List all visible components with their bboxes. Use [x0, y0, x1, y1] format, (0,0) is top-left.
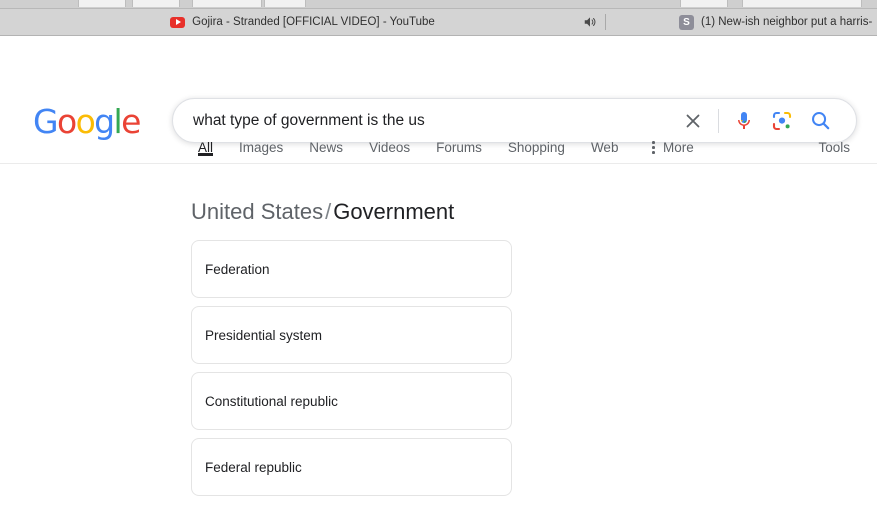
- browser-tab-strip: Gojira - Stranded [OFFICIAL VIDEO] - You…: [0, 9, 877, 35]
- kp-separator: /: [325, 199, 332, 224]
- tools-button[interactable]: Tools: [818, 140, 850, 155]
- kp-card-presidential-system[interactable]: Presidential system: [191, 306, 512, 364]
- tab-label: News: [309, 140, 344, 155]
- slack-icon: S: [679, 14, 694, 30]
- kp-topic-name: Government: [333, 199, 455, 224]
- tab-label: Shopping: [507, 140, 565, 155]
- search-filter-tabs: All Images News Videos Forums Shopping W…: [185, 130, 707, 164]
- browser-chrome: Gojira - Stranded [OFFICIAL VIDEO] - You…: [0, 0, 877, 36]
- kp-card-label: Constitutional republic: [205, 393, 338, 409]
- tab-web[interactable]: Web: [578, 130, 632, 155]
- kp-card-federal-republic[interactable]: Federal republic: [191, 438, 512, 496]
- tab-label: All: [198, 140, 214, 155]
- tab-videos[interactable]: Videos: [356, 130, 423, 155]
- tab-images[interactable]: Images: [226, 130, 296, 155]
- speaker-playing-icon[interactable]: [583, 15, 597, 29]
- kebab-menu-icon: [652, 141, 656, 154]
- tab-all[interactable]: All: [185, 130, 226, 156]
- browser-tab-title: Gojira - Stranded [OFFICIAL VIDEO] - You…: [192, 16, 435, 28]
- kp-card-federation[interactable]: Federation: [191, 240, 512, 298]
- kp-card-label: Federal republic: [205, 459, 302, 475]
- tab-shopping[interactable]: Shopping: [495, 130, 578, 155]
- tab-label: Images: [239, 140, 284, 155]
- browser-tab-youtube[interactable]: Gojira - Stranded [OFFICIAL VIDEO] - You…: [0, 9, 605, 35]
- browser-tab-slack[interactable]: S (1) New-ish neighbor put a harris-: [612, 9, 877, 35]
- microphone-icon: [738, 111, 750, 129]
- toolbar-stub: [132, 0, 180, 7]
- browser-toolbar-strip-cutoff: [0, 0, 877, 9]
- search-controls-divider: [718, 108, 719, 133]
- kp-card-constitutional-republic[interactable]: Constitutional republic: [191, 372, 512, 430]
- kp-entity-name: United States: [191, 199, 324, 224]
- browser-tab-title: (1) New-ish neighbor put a harris-: [701, 16, 873, 28]
- kp-card-label: Federation: [205, 261, 270, 277]
- search-input[interactable]: [193, 111, 674, 130]
- tab-label: Forums: [436, 140, 482, 155]
- search-icon: [811, 112, 829, 130]
- google-lens-icon: [772, 111, 792, 130]
- tab-separator: [605, 14, 606, 30]
- search-results-area: United States/Government Federation Pres…: [0, 164, 877, 523]
- toolbar-stub: [264, 0, 306, 7]
- toolbar-stub: [192, 0, 262, 7]
- search-nav-bar: All Images News Videos Forums Shopping W…: [0, 130, 877, 164]
- more-label: More: [663, 140, 694, 155]
- tab-label: Videos: [369, 140, 411, 155]
- knowledge-panel-heading: United States/Government: [191, 199, 454, 225]
- toolbar-stub: [742, 0, 862, 7]
- youtube-icon: [170, 16, 186, 28]
- kp-card-label: Presidential system: [205, 327, 323, 343]
- toolbar-stub: [680, 0, 728, 7]
- tab-forums[interactable]: Forums: [423, 130, 495, 155]
- toolbar-stub: [78, 0, 126, 7]
- knowledge-panel-card-list: Federation Presidential system Constitut…: [191, 240, 512, 496]
- close-icon: [686, 114, 700, 127]
- more-filters-button[interactable]: More: [631, 130, 706, 155]
- tab-news[interactable]: News: [296, 130, 356, 155]
- tab-label: Web: [590, 140, 619, 155]
